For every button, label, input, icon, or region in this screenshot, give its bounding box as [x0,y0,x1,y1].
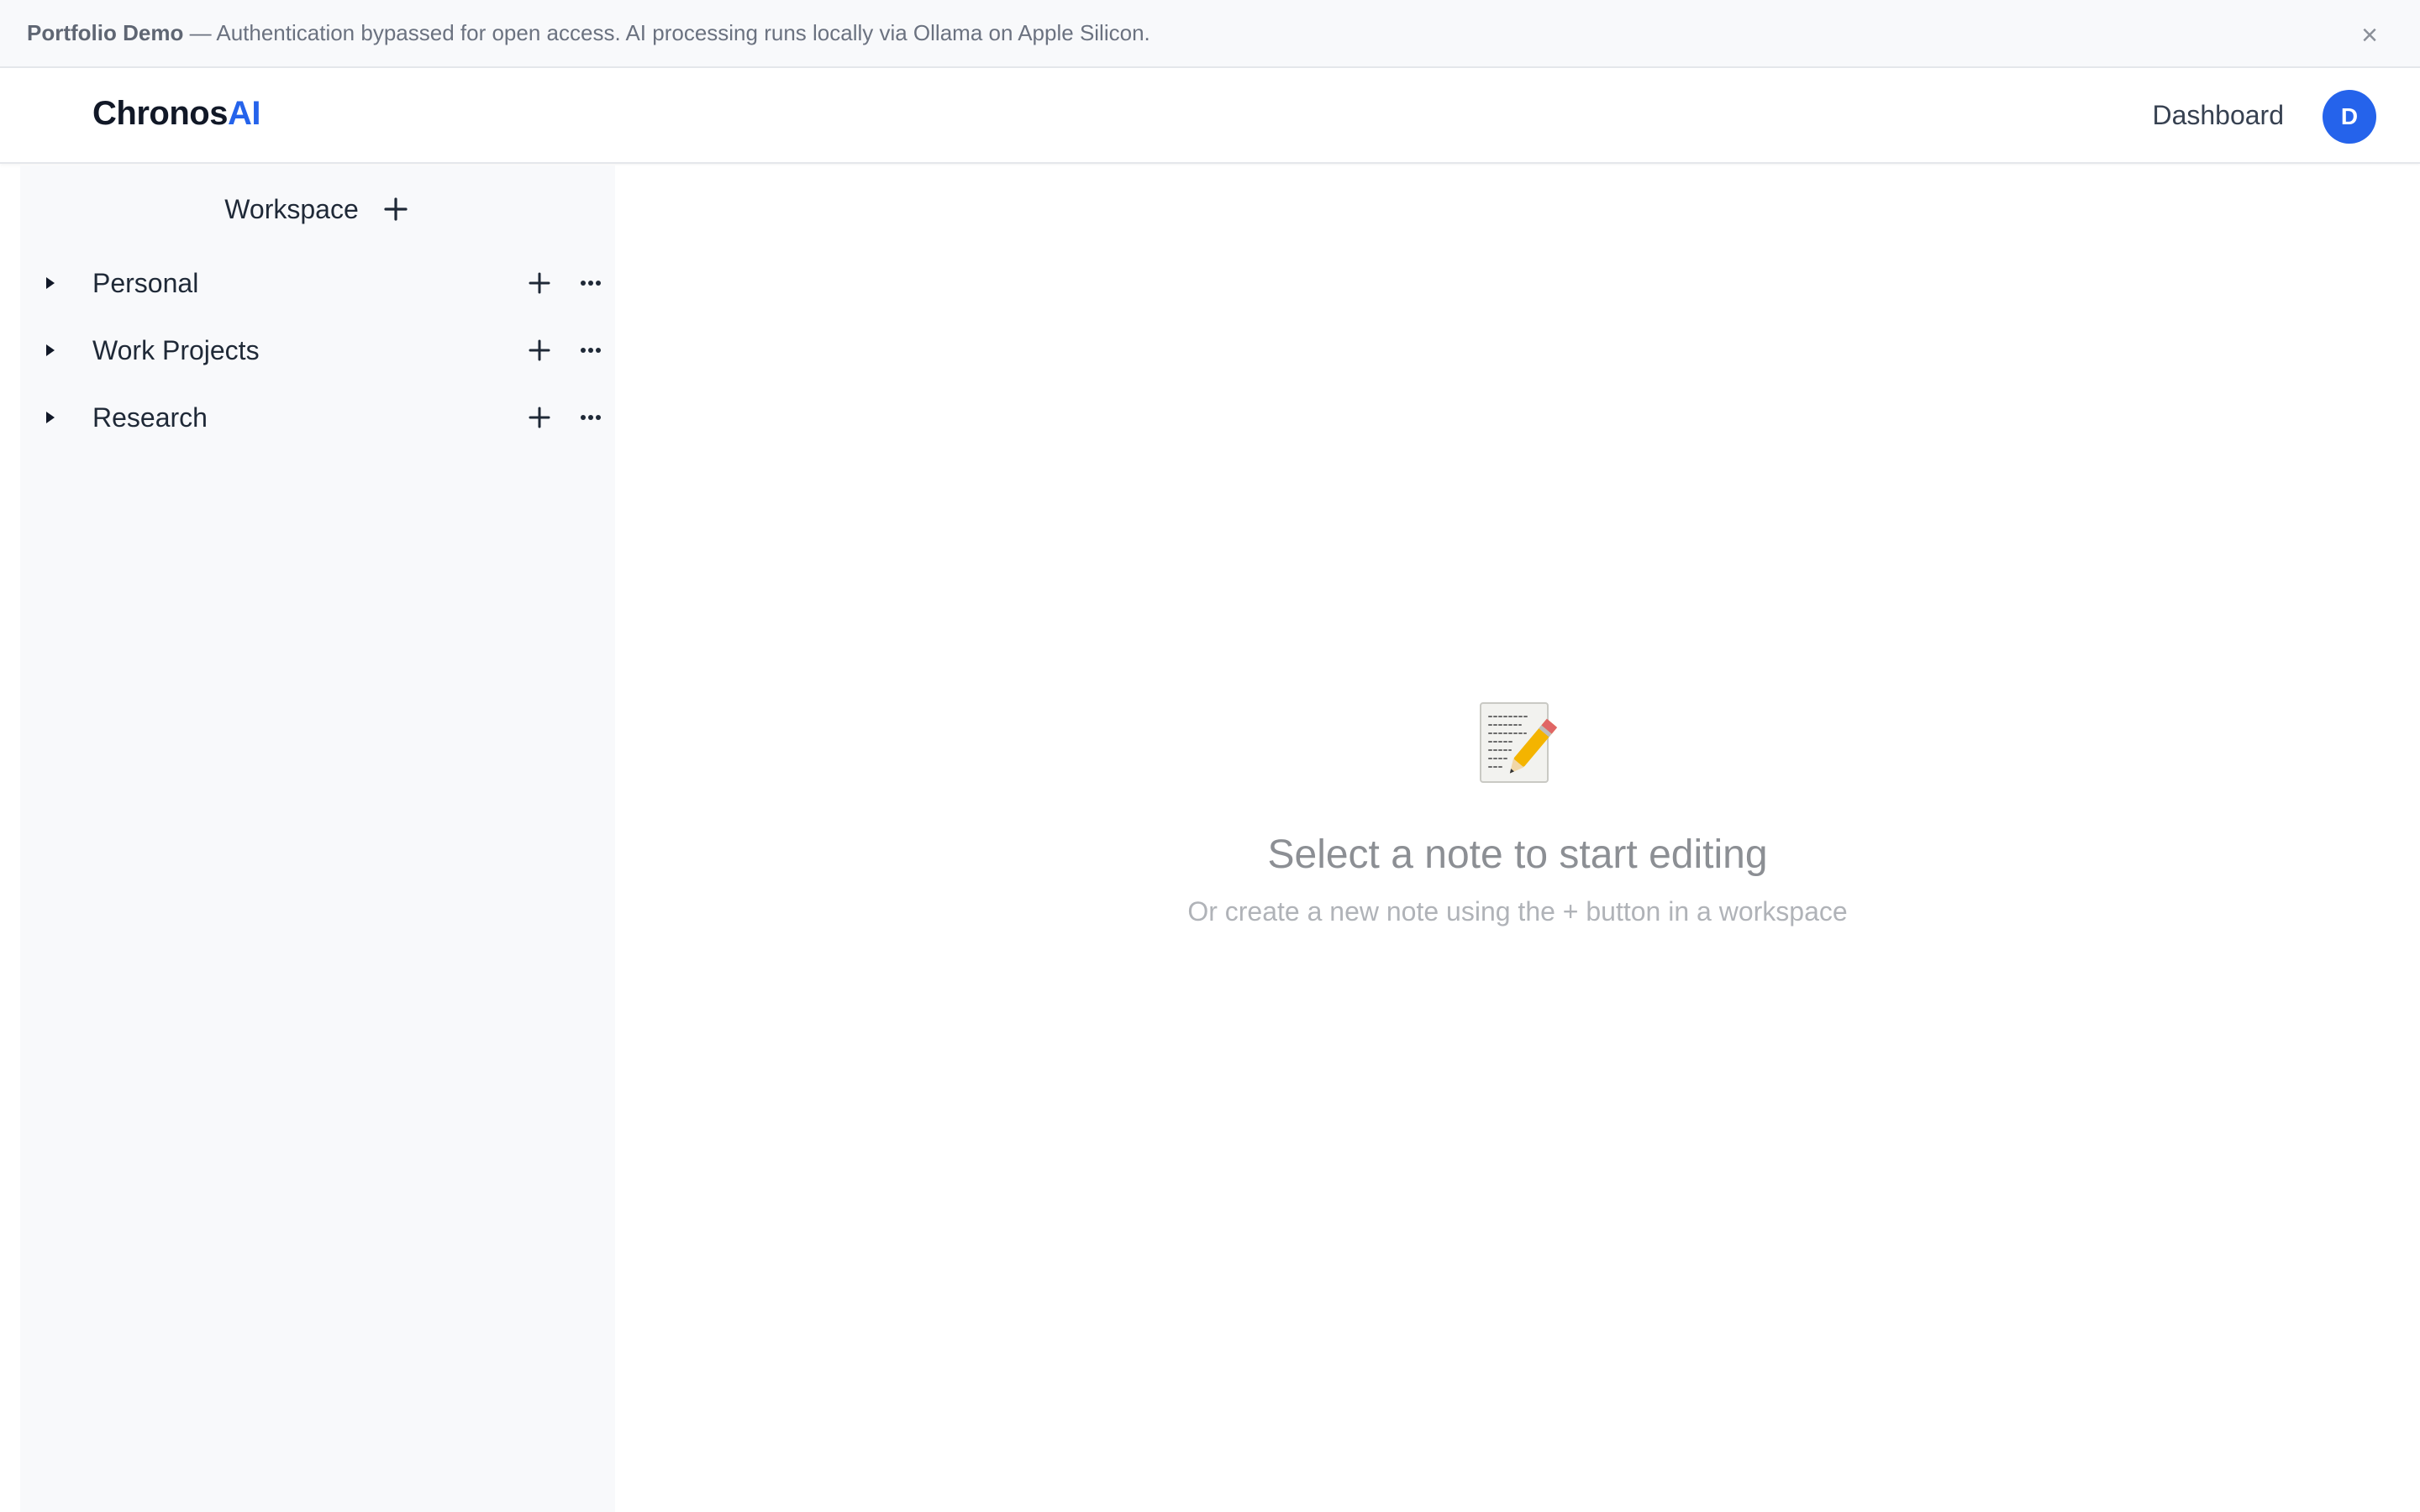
avatar[interactable]: D [2323,90,2376,144]
plus-icon [384,197,408,221]
demo-banner: Portfolio Demo — Authentication bypassed… [0,0,2420,68]
top-header: ChronosAI Dashboard D [0,68,2420,164]
sidebar-header: Workspace [20,191,615,228]
add-note-button[interactable] [524,335,555,365]
more-options-button[interactable] [578,273,603,293]
brand-logo[interactable]: ChronosAI [92,95,260,133]
caret-right-icon[interactable] [44,276,57,291]
editor-area: Select a note to start editing Or create… [615,165,2420,1512]
banner-message: — Authentication bypassed for open acces… [183,20,1150,45]
empty-state-subtitle: Or create a new note using the + button … [1187,896,1848,927]
workspace-label: Personal [92,267,199,298]
brand-accent: AI [227,95,261,132]
sidebar: Workspace Personal Work Projects Researc… [20,165,615,1512]
more-options-button[interactable] [578,407,603,428]
empty-state: Select a note to start editing Or create… [615,700,2420,927]
workspace-item-research[interactable]: Research [20,392,615,443]
workspace-item-work-projects[interactable]: Work Projects [20,325,615,375]
workspace-item-personal[interactable]: Personal [20,258,615,308]
ellipsis-icon [581,415,601,420]
workspace-label: Work Projects [92,334,260,365]
more-options-button[interactable] [578,340,603,360]
caret-right-icon[interactable] [44,343,57,358]
ellipsis-icon [581,281,601,286]
workspace-label: Research [92,402,208,433]
add-note-button[interactable] [524,402,555,433]
nav-dashboard-link[interactable]: Dashboard [2152,100,2284,131]
banner-title: Portfolio Demo [27,20,184,45]
ellipsis-icon [581,348,601,353]
sidebar-title: Workspace [224,193,359,224]
empty-state-title: Select a note to start editing [1267,832,1768,877]
plus-icon [529,272,550,294]
plus-icon [529,339,550,361]
close-icon[interactable]: × [2353,18,2386,52]
memo-pencil-icon [1480,702,1558,783]
caret-right-icon[interactable] [44,410,57,425]
add-workspace-button[interactable] [381,194,411,224]
add-note-button[interactable] [524,268,555,298]
plus-icon [529,407,550,428]
brand-name: Chronos [92,95,228,132]
